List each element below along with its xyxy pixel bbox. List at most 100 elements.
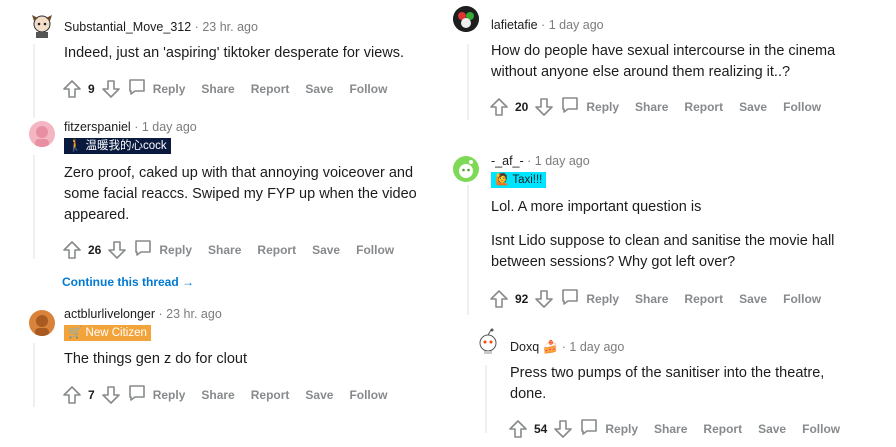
comment-meta: Doxq 🍰 · 1 day ago	[510, 340, 624, 355]
comment-bubble-icon	[560, 95, 586, 118]
username[interactable]: lafietafie	[491, 18, 538, 32]
upvote-icon[interactable]	[489, 289, 509, 309]
meta-separator: ·	[158, 307, 163, 321]
flair-text: 温暖我的心cock	[85, 140, 167, 152]
report-button[interactable]: Report	[251, 82, 290, 96]
reply-button[interactable]: Reply	[127, 77, 186, 100]
downvote-icon[interactable]	[553, 419, 573, 439]
username[interactable]: actblurlivelonger	[64, 307, 155, 321]
report-button[interactable]: Report	[251, 388, 290, 402]
report-button[interactable]: Report	[257, 243, 296, 257]
reply-button[interactable]: Reply	[133, 238, 192, 261]
reply-button[interactable]: Reply	[560, 95, 619, 118]
timestamp[interactable]: 1 day ago	[142, 120, 197, 134]
report-button[interactable]: Report	[703, 422, 742, 436]
upvote-icon[interactable]	[62, 240, 82, 260]
share-button[interactable]: Share	[208, 243, 241, 257]
follow-button[interactable]: Follow	[356, 243, 394, 257]
comment: actblurlivelonger · 23 hr. ago 🛒 New Cit…	[20, 300, 434, 410]
comment-line: without anyone else around them realizin…	[491, 64, 791, 80]
vote-score: 7	[88, 387, 95, 402]
continue-thread-label: Continue this thread	[62, 275, 179, 289]
follow-button[interactable]: Follow	[802, 422, 840, 436]
avatar[interactable]	[29, 12, 55, 38]
walking-person-icon: 🚶	[68, 140, 83, 152]
vote-score: 9	[88, 81, 95, 96]
cake-icon: 🍰	[542, 340, 559, 354]
comment-actions: 92 Reply Share Report Save Follow	[489, 287, 837, 310]
avatar[interactable]	[453, 156, 479, 182]
comment-meta: lafietafie · 1 day ago	[491, 18, 604, 32]
downvote-icon[interactable]	[101, 385, 121, 405]
avatar[interactable]	[453, 6, 479, 32]
share-button[interactable]: Share	[201, 388, 234, 402]
comment-line: The things gen z do for clout	[64, 351, 247, 367]
comment-line: How do people have sexual intercourse in…	[491, 43, 836, 59]
follow-button[interactable]: Follow	[783, 100, 821, 114]
meta-separator: ·	[561, 340, 566, 354]
downvote-icon[interactable]	[101, 79, 121, 99]
vote-score: 92	[515, 291, 529, 306]
save-button[interactable]: Save	[305, 388, 333, 402]
upvote-icon[interactable]	[508, 419, 528, 439]
comment-meta: Substantial_Move_312 · 23 hr. ago	[64, 20, 258, 34]
comment-bubble-icon	[133, 238, 159, 261]
left-comment-column: Substantial_Move_312 · 23 hr. ago Indeed…	[20, 0, 434, 414]
comment-body: Press two pumps of the sanitiser into th…	[510, 363, 880, 405]
save-button[interactable]: Save	[739, 292, 767, 306]
comment-body: Indeed, just an 'aspiring' tiktoker desp…	[64, 43, 444, 64]
avatar[interactable]	[475, 328, 501, 354]
share-button[interactable]: Share	[635, 100, 668, 114]
meta-separator: ·	[134, 120, 139, 134]
downvote-icon[interactable]	[534, 289, 554, 309]
comment-line: between sessions? Why got left over?	[491, 254, 736, 270]
comment-actions: 54 Reply Share Report Save Follow	[508, 417, 856, 440]
downvote-icon[interactable]	[107, 240, 127, 260]
share-button[interactable]: Share	[635, 292, 668, 306]
report-button[interactable]: Report	[684, 100, 723, 114]
username[interactable]: Substantial_Move_312	[64, 20, 191, 34]
reply-button[interactable]: Reply	[127, 383, 185, 406]
downvote-icon[interactable]	[534, 97, 554, 117]
arrow-right-icon: →	[182, 275, 195, 289]
comment: Substantial_Move_312 · 23 hr. ago Indeed…	[20, 0, 434, 110]
username[interactable]: -_af_-	[491, 154, 524, 168]
comment-line: Isnt Lido suppose to clean and sanitise …	[491, 233, 835, 249]
username[interactable]: Doxq	[510, 340, 539, 354]
upvote-icon[interactable]	[489, 97, 509, 117]
comment-line	[491, 218, 881, 231]
upvote-icon[interactable]	[62, 385, 82, 405]
avatar[interactable]	[29, 310, 55, 336]
comment-body: Zero proof, caked up with that annoying …	[64, 163, 444, 226]
timestamp[interactable]: 1 day ago	[569, 340, 624, 354]
comment-line: Indeed, just an 'aspiring' tiktoker desp…	[64, 45, 405, 61]
user-flair: 🛒 New Citizen	[64, 325, 151, 341]
avatar[interactable]	[29, 121, 55, 147]
username[interactable]: fitzerspaniel	[64, 120, 131, 134]
comment: lafietafie · 1 day ago How do people hav…	[441, 0, 881, 140]
save-button[interactable]: Save	[312, 243, 340, 257]
comment-line: appeared.	[64, 207, 130, 223]
follow-button[interactable]: Follow	[349, 388, 387, 402]
timestamp[interactable]: 23 hr. ago	[202, 20, 258, 34]
reply-button[interactable]: Reply	[579, 417, 638, 440]
user-flair: 🙋 Taxi!!!	[491, 172, 547, 188]
save-button[interactable]: Save	[739, 100, 767, 114]
comment-body: The things gen z do for clout	[64, 349, 444, 370]
share-button[interactable]: Share	[654, 422, 687, 436]
timestamp[interactable]: 1 day ago	[535, 154, 590, 168]
follow-button[interactable]: Follow	[349, 82, 387, 96]
comment-actions: 20 Reply Share Report Save Follow	[489, 95, 837, 118]
continue-thread-link[interactable]: Continue this thread →	[62, 275, 194, 289]
report-button[interactable]: Report	[684, 292, 723, 306]
follow-button[interactable]: Follow	[783, 292, 821, 306]
timestamp[interactable]: 1 day ago	[549, 18, 604, 32]
stroller-icon: 🛒	[68, 327, 83, 339]
share-button[interactable]: Share	[201, 82, 234, 96]
timestamp[interactable]: 23 hr. ago	[166, 307, 222, 321]
save-button[interactable]: Save	[305, 82, 333, 96]
reply-label: Reply	[152, 81, 186, 96]
save-button[interactable]: Save	[758, 422, 786, 436]
upvote-icon[interactable]	[62, 79, 82, 99]
reply-button[interactable]: Reply	[560, 287, 619, 310]
